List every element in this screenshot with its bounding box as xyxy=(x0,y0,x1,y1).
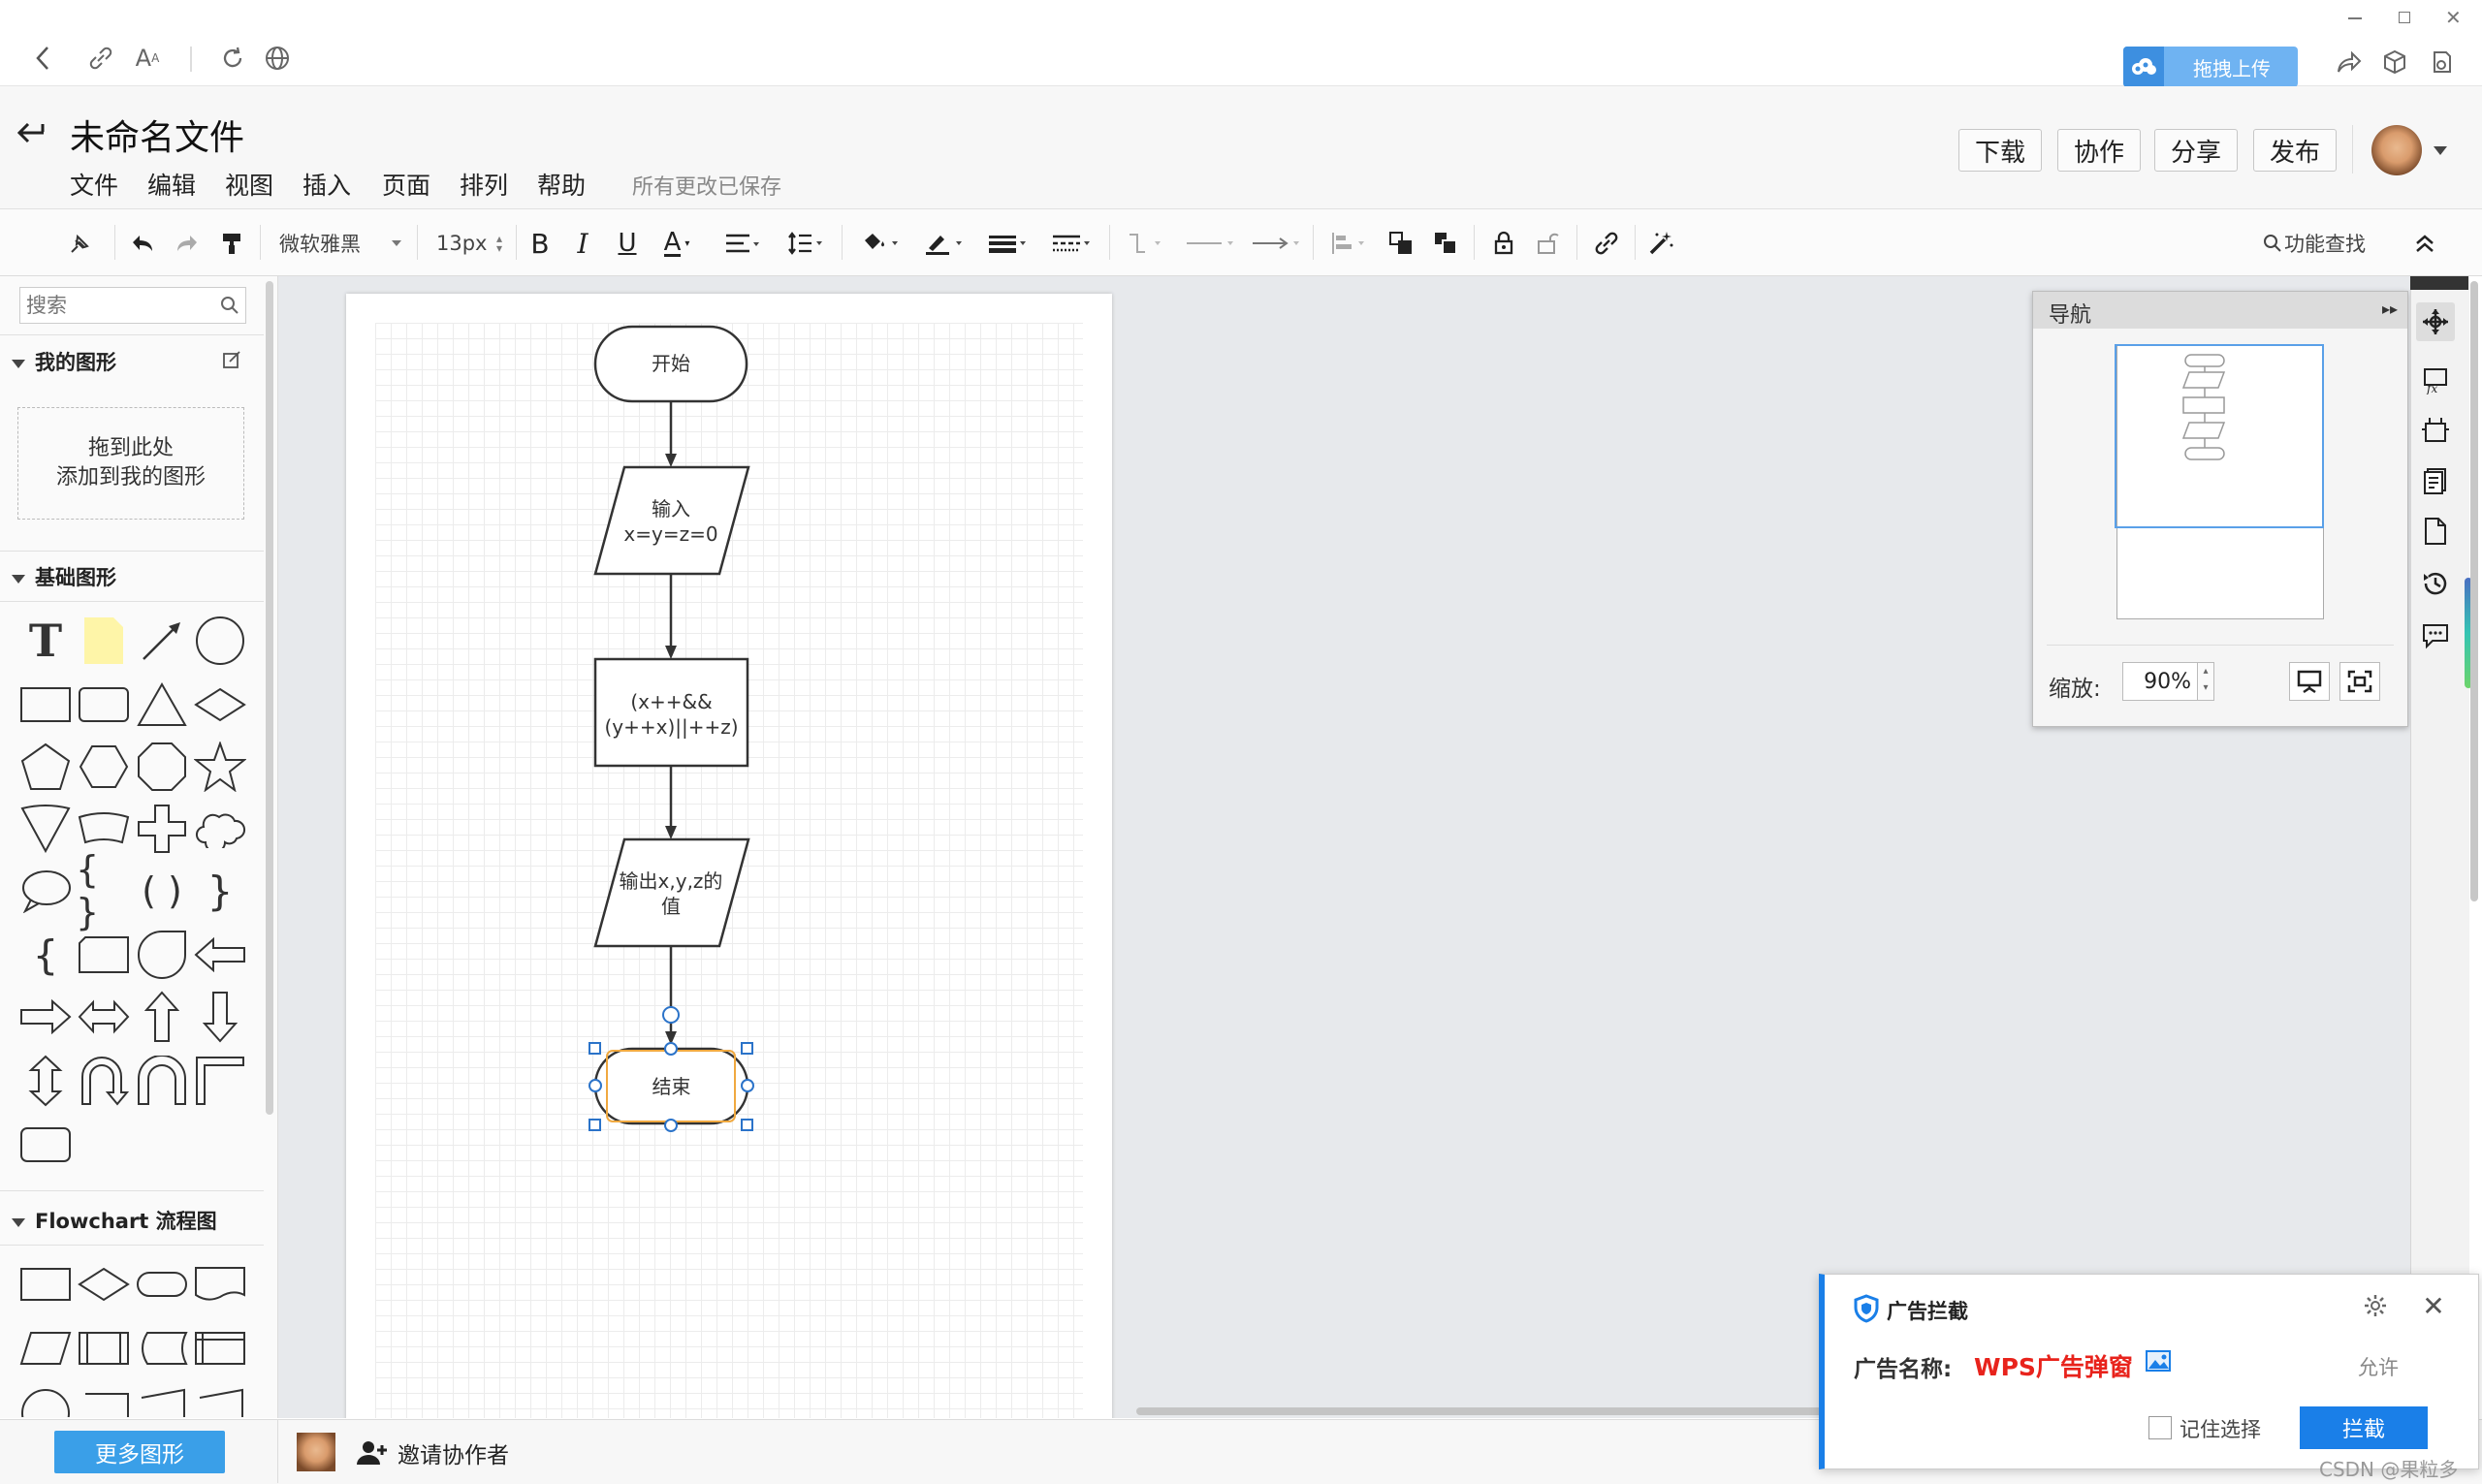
svg-text:fx: fx xyxy=(2426,382,2437,395)
navigator-panel: 导航 ▸▸ 缩放: 90% ▴ ▾ xyxy=(2032,291,2408,727)
history-icon[interactable] xyxy=(2416,564,2455,603)
ad-blocker-popup: 广告拦截 ✕ 广告名称: WPS广告弹窗 允许 记住选择 拦截 xyxy=(1819,1274,2479,1469)
selection-handle[interactable] xyxy=(741,1042,753,1055)
vertical-scrollbar[interactable] xyxy=(2470,281,2478,901)
selection-handle[interactable] xyxy=(589,1042,601,1055)
start-node-label: 开始 xyxy=(652,352,690,375)
arrowhead xyxy=(665,826,677,839)
input-node-label-line2: x=y=z=0 xyxy=(623,522,718,546)
flowchart-diagram xyxy=(589,325,754,1132)
zoom-label: 缩放: xyxy=(2049,677,2101,702)
page-setup-icon[interactable] xyxy=(2416,411,2455,450)
collapse-right-icon[interactable]: ▸▸ xyxy=(2382,300,2398,318)
connection-point-handle[interactable] xyxy=(662,1006,680,1024)
selection-handle[interactable] xyxy=(741,1119,753,1131)
invite-collaborator[interactable]: 邀请协作者 xyxy=(355,1435,509,1471)
selection-handle[interactable] xyxy=(589,1119,601,1131)
divider xyxy=(277,1419,278,1483)
navigator-title: 导航 xyxy=(2049,303,2092,328)
shield-icon xyxy=(1854,1294,1879,1323)
zoom-input[interactable]: 90% xyxy=(2122,662,2198,701)
settings-gear-icon[interactable] xyxy=(2360,1290,2391,1321)
zoom-value: 90% xyxy=(2144,669,2191,694)
more-shapes-button[interactable]: 更多图形 xyxy=(54,1431,225,1473)
ad-name-value: WPS广告弹窗 xyxy=(1974,1353,2133,1381)
allow-button[interactable]: 允许 xyxy=(2358,1352,2399,1381)
arrowhead xyxy=(665,454,677,467)
zoom-stepper[interactable]: ▴ ▾ xyxy=(2198,662,2214,701)
formula-icon[interactable]: fx xyxy=(2416,361,2455,399)
ad-blocker-title: 广告拦截 xyxy=(1887,1300,1968,1323)
comment-icon[interactable] xyxy=(2416,616,2455,655)
document-icon[interactable] xyxy=(2416,512,2455,551)
navigator-toggle-icon[interactable] xyxy=(2416,302,2455,341)
input-node-label-line1: 输入 xyxy=(652,497,690,521)
navigator-viewport[interactable] xyxy=(2115,344,2324,528)
divider xyxy=(2047,645,2394,646)
add-user-icon xyxy=(357,1441,387,1465)
image-icon xyxy=(2146,1350,2171,1372)
collaborator-avatar[interactable] xyxy=(297,1433,335,1471)
remember-choice-label: 记住选择 xyxy=(2180,1418,2261,1441)
navigator-header[interactable]: 导航 ▸▸ xyxy=(2033,292,2407,329)
arrowhead xyxy=(665,646,677,659)
pages-icon[interactable] xyxy=(2416,461,2455,500)
output-node-label-line1: 输出x,y,z的 xyxy=(619,869,723,893)
fit-screen-icon[interactable] xyxy=(2339,662,2380,701)
right-bar-top-strip xyxy=(2410,276,2468,290)
ad-name-label: 广告名称: xyxy=(1854,1357,1953,1382)
end-node-label: 结束 xyxy=(652,1075,691,1098)
condition-node-label-line1: (x++&& xyxy=(630,690,713,713)
close-icon[interactable]: ✕ xyxy=(2418,1290,2449,1322)
presentation-icon[interactable] xyxy=(2289,662,2330,701)
horizontal-scrollbar[interactable] xyxy=(1136,1407,1834,1415)
output-node-label-line2: 值 xyxy=(661,895,681,918)
remember-choice-checkbox[interactable] xyxy=(2148,1416,2172,1439)
selection-handle[interactable] xyxy=(664,1119,678,1132)
condition-node-label-line2: (y++x)||++z) xyxy=(604,715,739,739)
selection-handle[interactable] xyxy=(664,1042,678,1056)
block-button[interactable]: 拦截 xyxy=(2300,1406,2428,1449)
watermark: CSDN @果粒多 xyxy=(2319,1458,2459,1481)
invite-label: 邀请协作者 xyxy=(398,1443,509,1468)
